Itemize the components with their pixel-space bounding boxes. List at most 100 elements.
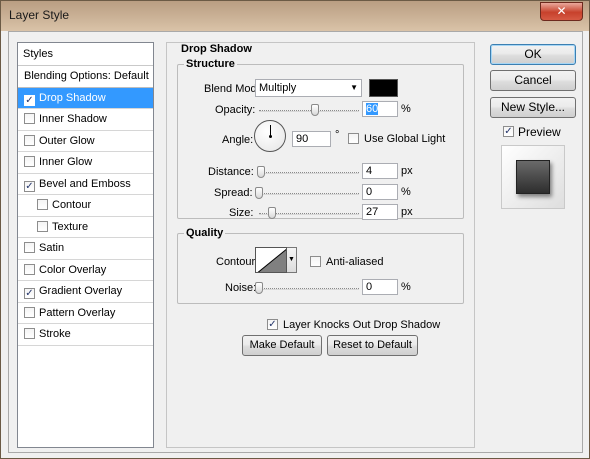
style-item-texture[interactable]: Texture [18, 217, 153, 238]
contour-dropdown-button[interactable]: ▼ [287, 247, 297, 273]
style-item-checkbox[interactable]: ✓ [24, 288, 35, 299]
size-field[interactable]: 27 [362, 204, 398, 220]
blend-mode-value: Multiply [259, 82, 297, 94]
style-item-drop-shadow[interactable]: ✓ Drop Shadow [18, 87, 153, 109]
style-item-label: Blending Options: Default [24, 70, 149, 82]
use-global-light-label: Use Global Light [364, 133, 446, 145]
spread-unit: % [401, 186, 411, 198]
style-item-satin[interactable]: Satin [18, 238, 153, 260]
title-bar[interactable]: Layer Style ✕ [1, 1, 589, 31]
style-item-inner-glow[interactable]: Inner Glow [18, 152, 153, 174]
distance-field[interactable]: 4 [362, 163, 398, 179]
quality-title: Quality [184, 227, 226, 239]
blend-mode-select[interactable]: Multiply ▼ [255, 79, 362, 97]
style-item-label: Outer Glow [39, 134, 95, 147]
opacity-value: 60 [366, 103, 379, 115]
layer-knocks-out-checkbox[interactable]: ✓ [267, 319, 278, 330]
spread-field[interactable]: 0 [362, 184, 398, 200]
layer-knocks-out-label: Layer Knocks Out Drop Shadow [283, 319, 441, 331]
size-label: Size: [229, 207, 254, 219]
noise-unit: % [401, 281, 411, 293]
contour-picker[interactable] [255, 247, 287, 273]
style-item-color-overlay[interactable]: Color Overlay [18, 260, 153, 281]
styles-list: Styles Blending Options: Default ✓ Drop Sh… [17, 42, 154, 448]
spread-slider[interactable] [259, 193, 359, 195]
style-item-bevel-and-emboss[interactable]: ✓ Bevel and Emboss [18, 174, 153, 195]
close-button[interactable]: ✕ [540, 2, 583, 21]
contour-label: Contour: [216, 256, 259, 268]
style-item-checkbox[interactable] [24, 113, 35, 124]
style-preview [501, 145, 565, 209]
drop-shadow-title: Drop Shadow [179, 43, 254, 55]
style-item-checkbox[interactable] [37, 220, 48, 232]
spread-label: Spread: [214, 187, 253, 199]
style-item-label: Contour [52, 199, 92, 211]
styles-list-items: Blending Options: Default ✓ Drop Shadow Inn… [18, 66, 153, 346]
preview-checkbox[interactable]: ✓ [503, 126, 514, 137]
anti-aliased-checkbox[interactable] [310, 256, 321, 267]
noise-label: Noise: [225, 282, 257, 294]
distance-slider[interactable] [259, 172, 359, 174]
style-item-label: Inner Shadow [39, 113, 107, 125]
noise-field[interactable]: 0 [362, 279, 398, 295]
opacity-slider[interactable] [259, 110, 359, 112]
style-item-contour[interactable]: Contour [18, 195, 153, 217]
angle-center-dot [269, 135, 272, 138]
layer-style-dialog: Layer Style ✕ Styles Blending Options: D… [0, 0, 590, 459]
ok-button[interactable]: OK [490, 44, 576, 65]
size-slider-thumb[interactable] [268, 207, 276, 219]
opacity-unit: % [401, 103, 411, 115]
drop-shadow-panel: Drop Shadow Structure Blend Mode: Multip… [166, 42, 475, 448]
style-item-checkbox[interactable] [24, 134, 35, 146]
preview-label: Preview [518, 125, 561, 139]
shadow-color-swatch[interactable] [369, 79, 398, 97]
opacity-field[interactable]: 60 [362, 101, 398, 117]
style-item-checkbox[interactable] [37, 199, 48, 210]
contour-curve-icon [257, 248, 286, 272]
style-item-label: Color Overlay [39, 263, 107, 276]
opacity-slider-thumb[interactable] [311, 104, 319, 116]
window-title: Layer Style [9, 8, 70, 22]
style-item-checkbox[interactable] [24, 306, 35, 318]
distance-label: Distance: [208, 166, 254, 178]
cancel-button[interactable]: Cancel [490, 70, 576, 91]
style-item-pattern-overlay[interactable]: Pattern Overlay [18, 303, 153, 324]
style-item-inner-shadow[interactable]: Inner Shadow [18, 109, 153, 131]
make-default-button[interactable]: Make Default [242, 335, 322, 356]
styles-list-header[interactable]: Styles [18, 43, 153, 66]
angle-dial[interactable] [254, 120, 286, 152]
angle-field[interactable]: 90 [292, 131, 331, 147]
angle-label: Angle: [222, 134, 254, 146]
style-item-checkbox[interactable] [24, 328, 35, 339]
style-item-checkbox[interactable]: ✓ [24, 180, 35, 192]
structure-group: Structure Blend Mode: Multiply ▼ Opacity… [177, 58, 464, 220]
style-item-blending-options-default[interactable]: Blending Options: Default [18, 66, 153, 88]
reset-to-default-button[interactable]: Reset to Default [327, 335, 418, 356]
angle-unit: ° [335, 129, 340, 141]
quality-group: Quality Contour: ▼ Anti-aliased Noise: 0… [177, 227, 464, 304]
style-item-checkbox[interactable] [24, 263, 35, 275]
style-item-label: Pattern Overlay [39, 306, 116, 319]
spread-slider-thumb[interactable] [255, 187, 263, 199]
new-style-button[interactable]: New Style... [490, 97, 576, 118]
style-item-checkbox[interactable]: ✓ [24, 94, 35, 106]
style-item-label: Stroke [39, 328, 71, 340]
dialog-client-area: Styles Blending Options: Default ✓ Drop Sh… [8, 31, 583, 453]
style-item-checkbox[interactable] [24, 242, 35, 253]
style-item-label: Texture [52, 220, 89, 233]
style-item-checkbox[interactable] [24, 156, 35, 167]
style-item-gradient-overlay[interactable]: ✓ Gradient Overlay [18, 281, 153, 303]
style-item-label: Satin [39, 242, 65, 254]
noise-slider[interactable] [259, 288, 359, 290]
style-item-stroke[interactable]: Stroke [18, 324, 153, 346]
structure-title: Structure [184, 58, 237, 70]
noise-slider-thumb[interactable] [255, 282, 263, 294]
style-item-label: Gradient Overlay [39, 285, 123, 297]
style-item-label: Inner Glow [39, 156, 93, 168]
use-global-light-checkbox[interactable] [348, 133, 359, 144]
size-unit: px [401, 206, 413, 218]
distance-unit: px [401, 165, 413, 177]
distance-slider-thumb[interactable] [257, 166, 265, 178]
style-item-outer-glow[interactable]: Outer Glow [18, 131, 153, 152]
anti-aliased-label: Anti-aliased [326, 256, 384, 268]
